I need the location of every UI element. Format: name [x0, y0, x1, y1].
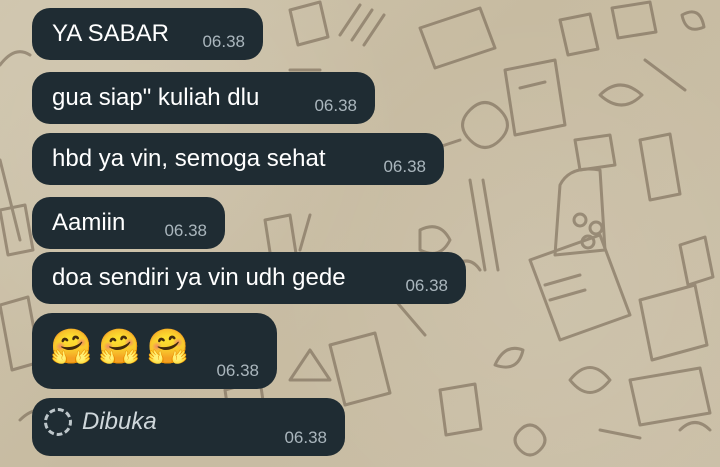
opened-label: Dibuka: [82, 408, 157, 435]
message-text: Aamiin: [52, 209, 126, 236]
opened-view-once-bubble[interactable]: Dibuka 06.38: [32, 398, 345, 456]
message-bubble[interactable]: doa sendiri ya vin udh gede 06.38: [32, 252, 466, 304]
emoji-message-bubble[interactable]: 🤗 🤗 🤗 06.38: [32, 313, 277, 389]
opened-indicator: Dibuka: [44, 408, 157, 436]
hugging-face-emoji: 🤗: [98, 328, 141, 366]
message-text: doa sendiri ya vin udh gede: [52, 264, 346, 291]
hugging-face-emoji: 🤗: [146, 328, 190, 366]
message-bubble[interactable]: Aamiin 06.38: [32, 197, 225, 249]
message-text: gua siap" kuliah dlu: [52, 84, 260, 111]
loading-circle-icon: [44, 408, 72, 436]
message-time: 06.38: [405, 276, 448, 295]
message-bubble[interactable]: hbd ya vin, semoga sehat 06.38: [32, 133, 444, 185]
message-time: 06.38: [383, 157, 426, 176]
message-time: 06.38: [202, 32, 245, 51]
chat-messages-list: YA SABAR 06.38 gua siap" kuliah dlu 06.3…: [0, 0, 720, 467]
message-text: YA SABAR: [52, 20, 169, 47]
message-bubble[interactable]: gua siap" kuliah dlu 06.38: [32, 72, 375, 124]
message-text: hbd ya vin, semoga sehat: [52, 145, 326, 172]
message-time: 06.38: [314, 96, 357, 115]
message-time: 06.38: [284, 428, 327, 447]
message-time: 06.38: [216, 361, 259, 380]
message-bubble[interactable]: YA SABAR 06.38: [32, 8, 263, 60]
emoji-row: 🤗 🤗 🤗: [50, 328, 189, 366]
hugging-face-emoji: 🤗: [50, 328, 93, 366]
message-time: 06.38: [164, 221, 207, 240]
